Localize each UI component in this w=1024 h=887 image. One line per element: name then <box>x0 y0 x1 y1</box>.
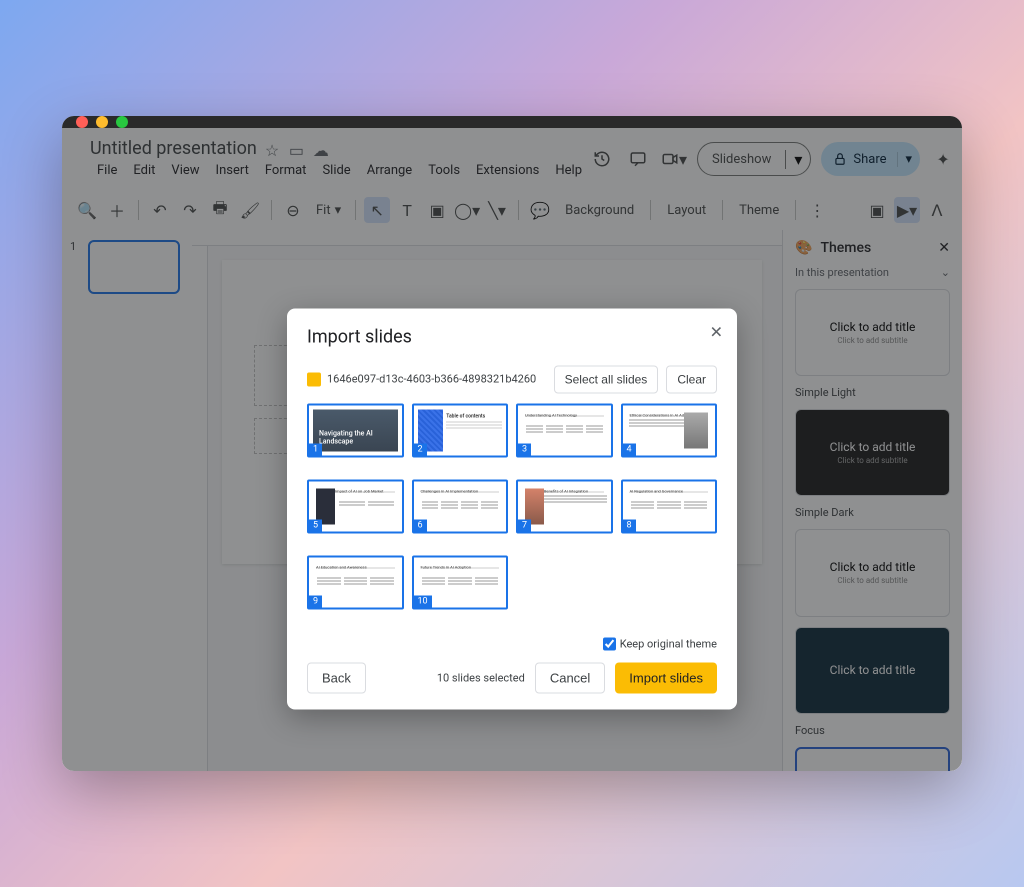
slides-grid: Navigating the AI Landscape1Table of con… <box>307 403 717 623</box>
import-slide-6[interactable]: Challenges in AI Implementation6 <box>412 479 509 533</box>
import-slide-8[interactable]: AI Regulation and Governance8 <box>621 479 718 533</box>
source-file-name: 1646e097-d13c-4603-b366-4898321b4260 <box>327 373 536 386</box>
select-all-button[interactable]: Select all slides <box>554 365 659 393</box>
selected-count: 10 slides selected <box>437 671 525 684</box>
window-maximize-icon[interactable] <box>116 116 128 128</box>
browser-window: Untitled presentation ☆ ▭ ☁ FileEditView… <box>62 116 962 771</box>
import-slide-5[interactable]: Impact of AI on Job Market5 <box>307 479 404 533</box>
import-slide-7[interactable]: Benefits of AI Integration7 <box>516 479 613 533</box>
window-minimize-icon[interactable] <box>96 116 108 128</box>
cancel-button[interactable]: Cancel <box>535 662 605 693</box>
keep-theme-checkbox[interactable]: Keep original theme <box>307 637 717 650</box>
import-slide-9[interactable]: AI Education and Awareness9 <box>307 555 404 609</box>
slides-file-icon <box>307 372 321 386</box>
import-slides-dialog: Import slides ✕ 1646e097-d13c-4603-b366-… <box>287 308 737 709</box>
dialog-title: Import slides <box>307 326 717 347</box>
window-close-icon[interactable] <box>76 116 88 128</box>
import-slide-2[interactable]: Table of contents2 <box>412 403 509 457</box>
titlebar <box>62 116 962 128</box>
app: Untitled presentation ☆ ▭ ☁ FileEditView… <box>62 128 962 771</box>
back-button[interactable]: Back <box>307 662 366 693</box>
import-slide-3[interactable]: Understanding AI Technology3 <box>516 403 613 457</box>
import-slide-1[interactable]: Navigating the AI Landscape1 <box>307 403 404 457</box>
import-slide-10[interactable]: Future Trends in AI Adoption10 <box>412 555 509 609</box>
import-slide-4[interactable]: Ethical Considerations in AI Adoption4 <box>621 403 718 457</box>
import-slides-button[interactable]: Import slides <box>615 662 717 693</box>
close-icon[interactable]: ✕ <box>710 322 723 341</box>
clear-button[interactable]: Clear <box>666 365 717 393</box>
